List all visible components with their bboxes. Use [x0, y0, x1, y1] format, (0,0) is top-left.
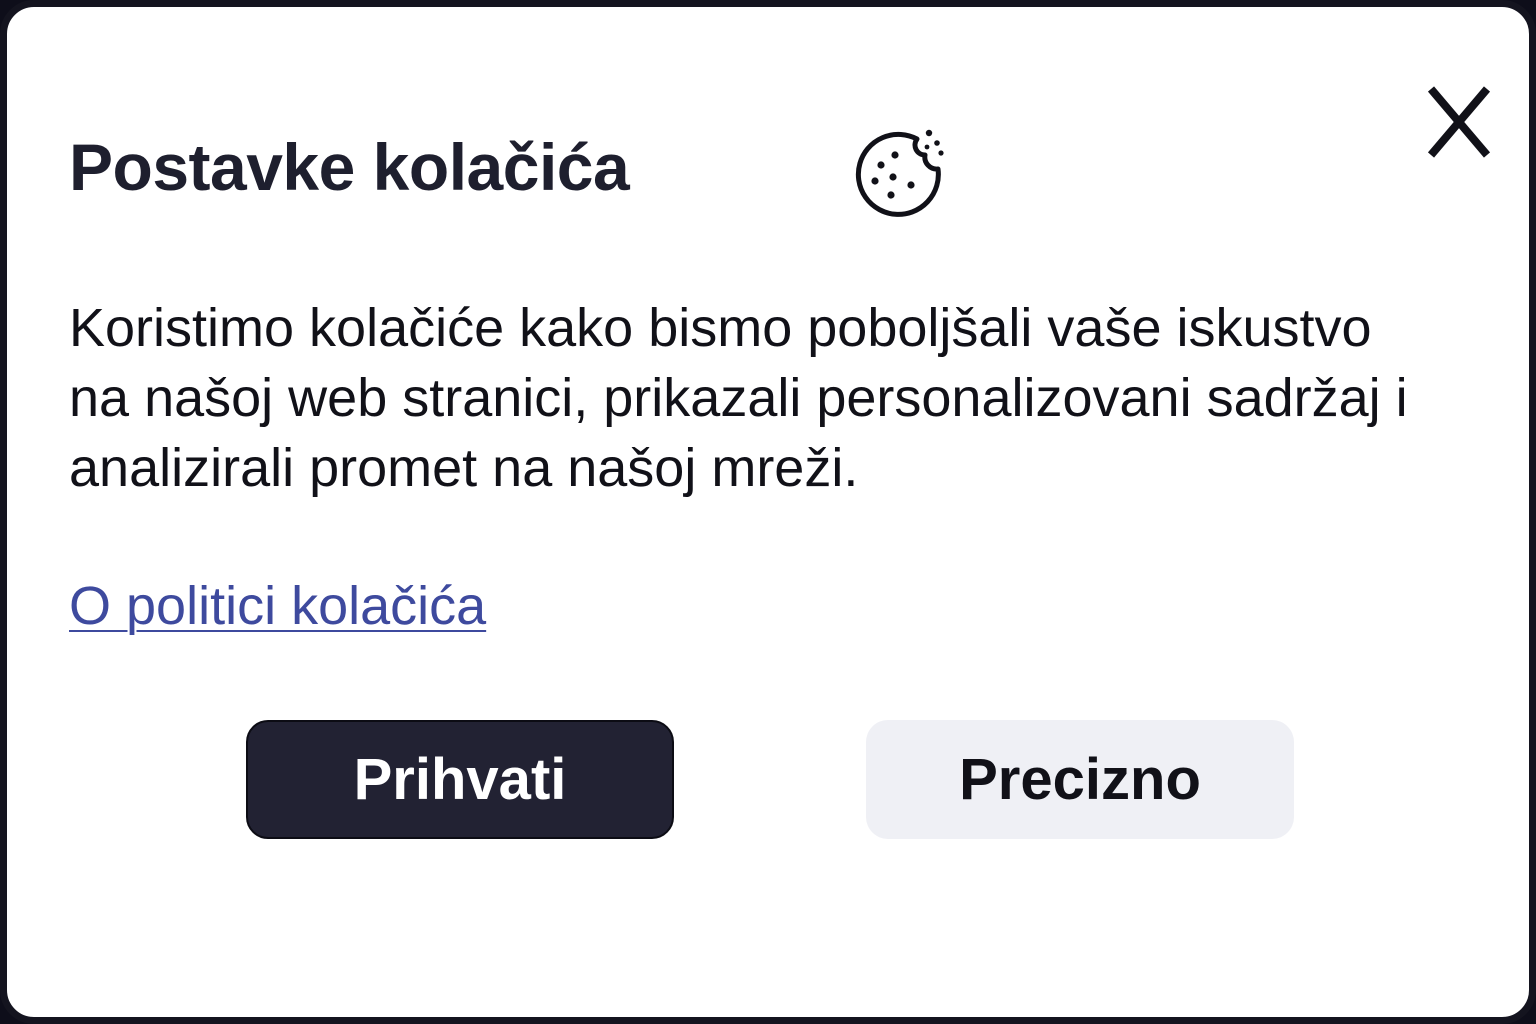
precise-settings-button[interactable]: Precizno: [866, 720, 1294, 839]
cookie-icon: [853, 125, 945, 217]
cookie-settings-dialog: Postavke kolačića Koristimo kolačiće kak…: [0, 0, 1536, 1024]
dialog-description: Koristimo kolačiće kako bismo poboljšali…: [69, 293, 1509, 503]
cookie-policy-link[interactable]: O politici kolačića: [69, 573, 486, 639]
description-line: na našoj web stranici, prikazali persona…: [69, 368, 1408, 428]
accept-button[interactable]: Prihvati: [246, 720, 674, 839]
description-line: Koristimo kolačiće kako bismo poboljšali…: [69, 298, 1372, 358]
close-button[interactable]: [1419, 79, 1499, 165]
close-icon: [1427, 86, 1491, 158]
dialog-title: Postavke kolačića: [69, 130, 630, 204]
description-line: analizirali promet na našoj mreži.: [69, 438, 859, 498]
